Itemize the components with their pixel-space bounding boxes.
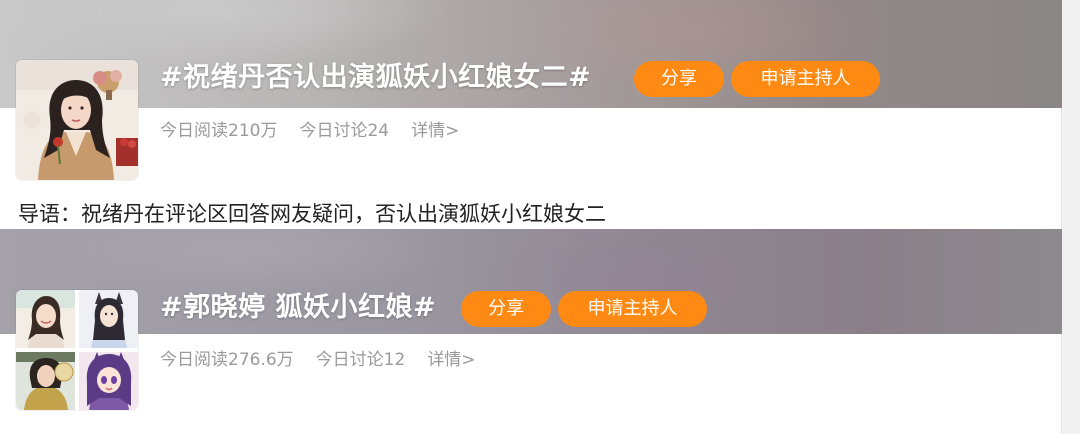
- topic-thumbnail[interactable]: [16, 60, 138, 180]
- details-link[interactable]: 详情>: [411, 121, 459, 141]
- portrait-image: [16, 60, 138, 180]
- share-button[interactable]: 分享: [634, 61, 724, 97]
- thumbnail-image: [16, 290, 76, 349]
- topic-stats: 今日阅读276.6万 今日讨论12 详情>: [160, 348, 498, 372]
- scrollbar[interactable]: [1061, 0, 1080, 434]
- today-reads: 今日阅读276.6万: [160, 350, 294, 370]
- thumbnail-image: [16, 351, 76, 411]
- share-button[interactable]: 分享: [461, 291, 551, 327]
- today-discussions: 今日讨论24: [299, 121, 390, 141]
- apply-host-button[interactable]: 申请主持人: [731, 61, 880, 97]
- today-discussions: 今日讨论12: [315, 350, 406, 370]
- thumbnail-image: [78, 351, 139, 411]
- apply-host-button[interactable]: 申请主持人: [558, 291, 707, 327]
- thumbnail-image: [78, 290, 139, 349]
- topic-intro: 导语：祝绪丹在评论区回答网友疑问，否认出演狐妖小红娘女二: [18, 202, 606, 226]
- topic-title[interactable]: #郭晓婷 狐妖小红娘#: [160, 288, 436, 328]
- today-reads: 今日阅读210万: [160, 121, 278, 141]
- topic-title[interactable]: #祝绪丹否认出演狐妖小红娘女二#: [160, 58, 591, 98]
- topic-stats: 今日阅读210万 今日讨论24 详情>: [160, 119, 481, 143]
- details-link[interactable]: 详情>: [427, 350, 475, 370]
- topic-thumbnail-grid[interactable]: [16, 290, 138, 410]
